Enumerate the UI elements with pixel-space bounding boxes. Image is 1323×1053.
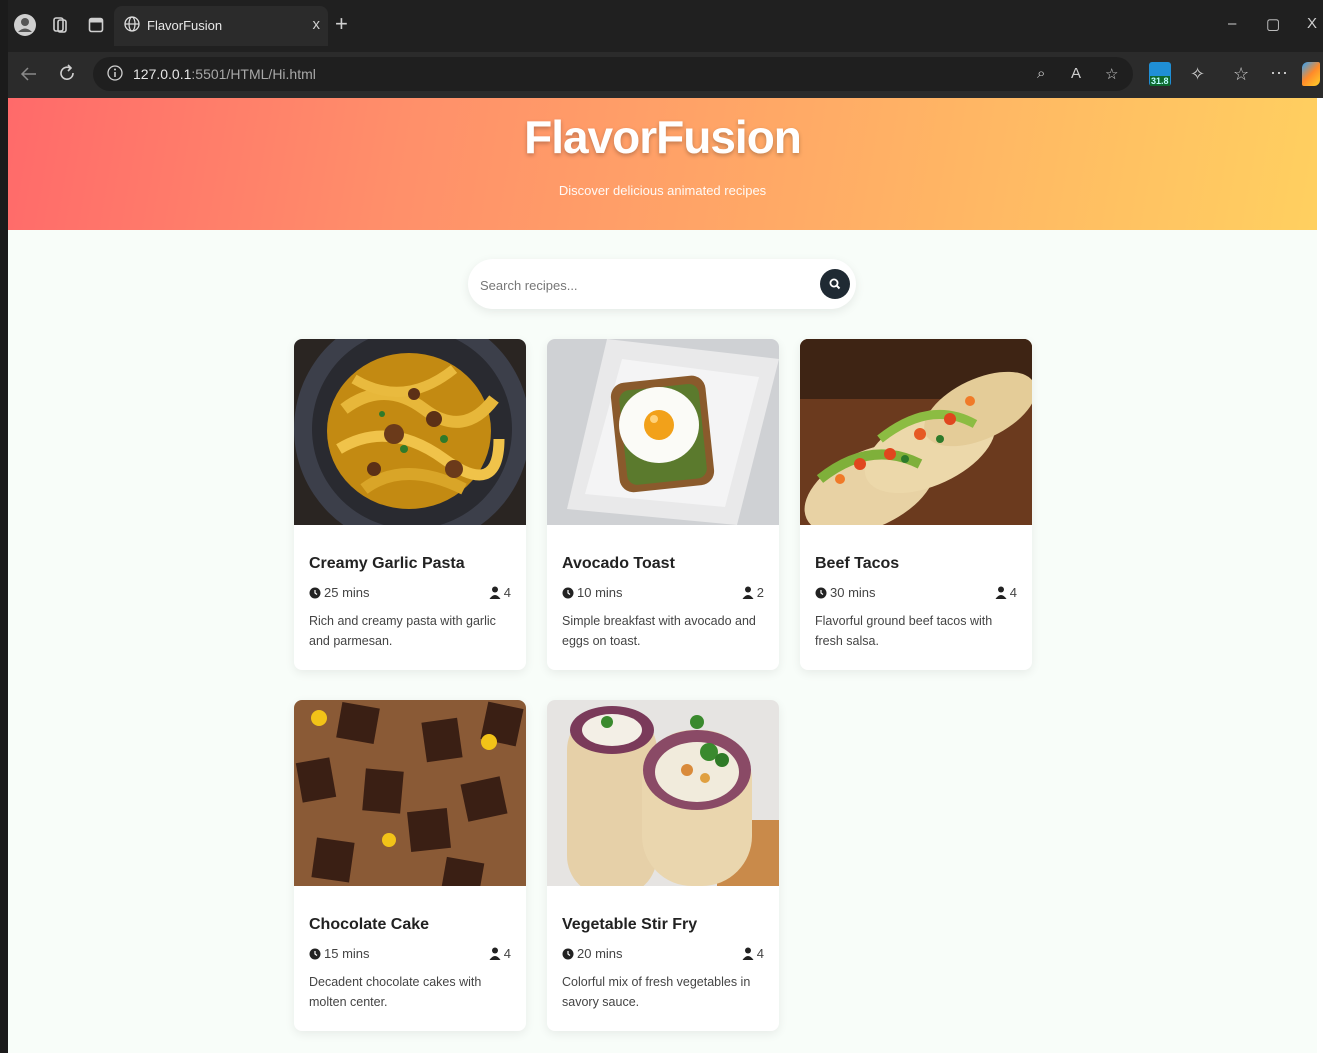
globe-icon [124,16,140,32]
recipe-image-chocolate [294,700,526,886]
person-icon [742,586,754,599]
recipe-image-wrap [547,700,779,886]
recipe-time: 25 mins [309,585,370,600]
restore-button[interactable]: ▢ [1266,15,1280,33]
recipe-time: 15 mins [309,946,370,961]
recipe-card[interactable]: Creamy Garlic Pasta 25 mins 4 Rich and c… [294,339,526,670]
recipe-image-avocado-toast [547,339,779,525]
profile-icon[interactable] [14,14,36,36]
recipe-card[interactable]: Beef Tacos 30 mins 4 Flavorful ground be… [800,339,1032,670]
recipe-servings: 4 [995,585,1017,600]
recipe-image-pasta [294,339,526,525]
clock-icon [562,587,574,599]
recipe-servings: 4 [742,946,764,961]
search-button[interactable] [820,269,850,299]
address-bar: 127.0.0.1:5501/HTML/Hi.html ⌕ A ☆ 31.8 ✧… [0,52,1323,98]
extension-icon[interactable]: 31.8 [1149,62,1171,86]
extensions-puzzle-icon[interactable]: ✧ [1190,65,1205,83]
tab-bar: FlavorFusion x + – ▢ X [0,0,1323,52]
new-tab-button[interactable]: + [335,13,348,35]
recipe-name: Chocolate Cake [309,916,430,933]
header-banner: FlavorFusion Discover delicious animated… [8,98,1317,230]
favorites-list-icon[interactable]: ☆ [1233,65,1249,83]
tab-flavorfusion[interactable]: FlavorFusion x [114,6,328,46]
tab-title: FlavorFusion [147,18,223,33]
recipe-card[interactable]: Vegetable Stir Fry 20 mins 4 Colorful mi… [547,700,779,1031]
recipe-name: Vegetable Stir Fry [562,916,698,933]
recipe-servings: 2 [742,585,764,600]
favorite-star-icon[interactable]: ☆ [1105,65,1118,83]
recipe-card[interactable]: Chocolate Cake 15 mins 4 Decadent chocol… [294,700,526,1031]
search-bar [468,259,856,309]
site-subtitle: Discover delicious animated recipes [558,183,767,198]
tab-actions-icon[interactable] [88,17,104,33]
zoom-icon[interactable]: ⌕ [1037,65,1045,82]
person-icon [489,586,501,599]
site-title: FlavorFusion [524,111,802,163]
window-border [0,0,8,1053]
refresh-icon[interactable] [58,64,76,82]
recipe-servings: 4 [489,585,511,600]
recipe-name: Creamy Garlic Pasta [309,555,465,572]
recipe-description: Colorful mix of fresh vegetables in savo… [562,975,751,1009]
back-arrow-icon[interactable] [20,66,38,82]
clock-icon [309,587,321,599]
info-icon[interactable] [107,65,123,81]
recipe-description: Rich and creamy pasta with garlic and pa… [309,614,496,648]
close-window-button[interactable]: X [1307,15,1317,32]
person-icon [742,947,754,960]
recipe-description: Simple breakfast with avocado and eggs o… [562,614,756,648]
recipe-time: 30 mins [815,585,876,600]
more-menu-icon[interactable]: ⋯ [1270,64,1288,82]
workspaces-icon[interactable] [52,16,68,34]
clock-icon [815,587,827,599]
read-aloud-icon[interactable]: A [1071,65,1081,82]
recipe-time: 20 mins [562,946,623,961]
page-content: FlavorFusion Discover delicious animated… [8,98,1317,1053]
recipe-image-tacos [800,339,1032,525]
recipe-name: Beef Tacos [815,555,900,572]
search-icon [829,278,841,290]
recipe-description: Flavorful ground beef tacos with fresh s… [815,614,993,648]
recipe-servings: 4 [489,946,511,961]
clock-icon [562,948,574,960]
minimize-button[interactable]: – [1228,15,1236,32]
recipe-card[interactable]: Avocado Toast 10 mins 2 Simple breakfast… [547,339,779,670]
url-field[interactable]: 127.0.0.1:5501/HTML/Hi.html ⌕ A ☆ [93,57,1133,91]
person-icon [995,586,1007,599]
recipe-name: Avocado Toast [562,555,675,572]
clock-icon [309,948,321,960]
search-input[interactable] [478,269,812,301]
recipe-time: 10 mins [562,585,623,600]
person-icon [489,947,501,960]
tab-close-button[interactable]: x [313,16,321,33]
url-text: 127.0.0.1:5501/HTML/Hi.html [133,66,316,82]
copilot-icon[interactable] [1302,62,1320,86]
recipe-description: Decadent chocolate cakes with molten cen… [309,975,482,1009]
